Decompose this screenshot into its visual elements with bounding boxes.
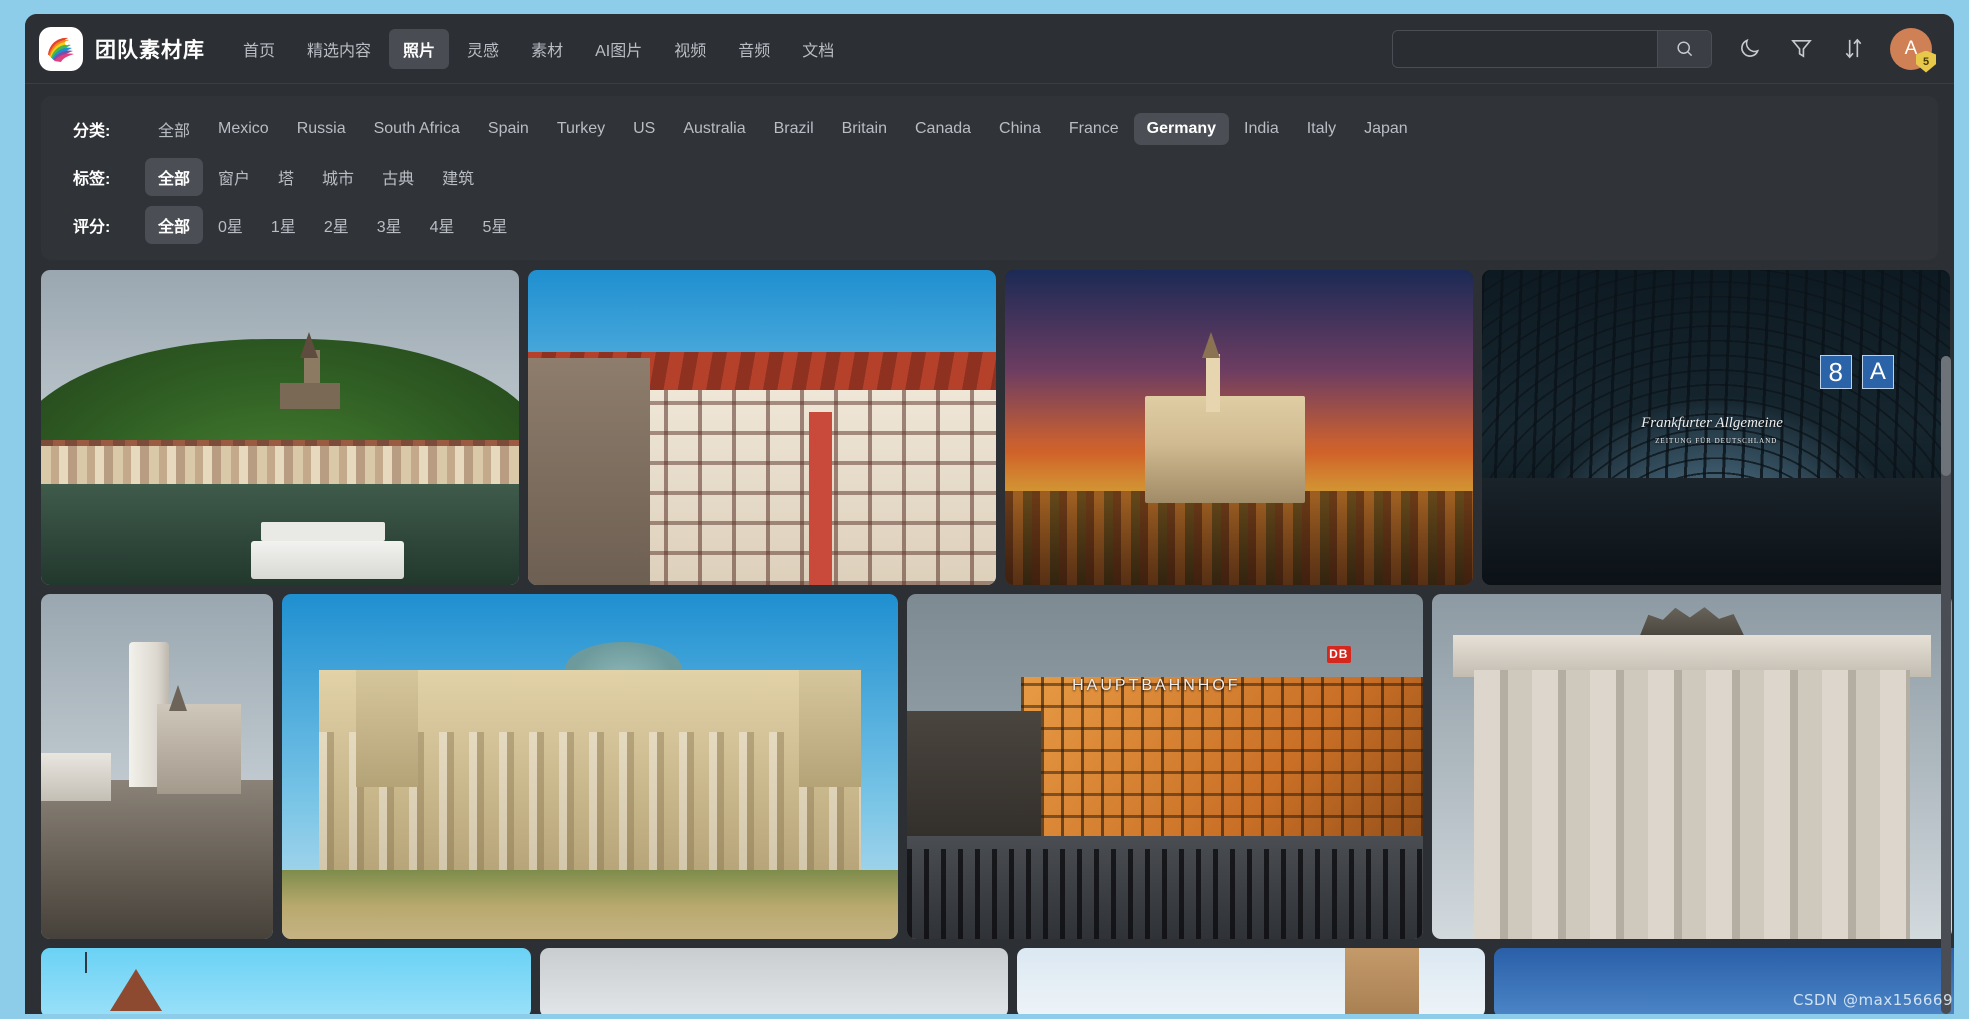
chip-category-canada[interactable]: Canada	[902, 113, 984, 145]
moon-icon[interactable]	[1734, 34, 1764, 64]
brand[interactable]: 团队素材库	[39, 26, 205, 71]
photo-art	[540, 948, 1008, 1014]
filter-label-category: 分类:	[73, 123, 111, 140]
main-nav: 首页 精选内容 照片 灵感 素材 AI图片 视频 音频 文档	[229, 28, 848, 69]
chip-category-germany[interactable]: Germany	[1133, 113, 1230, 145]
filter-label-tag: 标签:	[73, 171, 111, 188]
photo-tile-cologne-hauptbahnhof[interactable]: HAUPTBAHNHOF DB	[907, 594, 1423, 939]
filter-panel: 分类: 全部 Mexico Russia South Africa Spain …	[41, 96, 1938, 260]
photo-tile-lichtenstein-castle[interactable]	[41, 594, 273, 939]
search-input[interactable]	[1393, 30, 1657, 67]
chip-category-britain[interactable]: Britain	[829, 113, 900, 145]
chip-category-us[interactable]: US	[620, 113, 668, 145]
photo-art: Frankfurter Allgemeine ZEITUNG FÜR DEUTS…	[1482, 270, 1950, 585]
platform-letter-sign: A	[1861, 355, 1894, 390]
filter-row-rating: 评分: 全部 0星 1星 2星 3星 4星 5星	[59, 206, 1920, 244]
nav-item-videos[interactable]: 视频	[660, 29, 720, 69]
chip-category-south-africa[interactable]: South Africa	[361, 113, 473, 145]
nav-item-photos[interactable]: 照片	[389, 28, 450, 69]
station-ad-subline: ZEITUNG FÜR DEUTSCHLAND	[1655, 436, 1778, 445]
nav-item-documents[interactable]: 文档	[788, 29, 848, 69]
chip-category-spain[interactable]: Spain	[475, 113, 542, 145]
chip-category-russia[interactable]: Russia	[284, 113, 359, 145]
filter-chips-category: 全部 Mexico Russia South Africa Spain Turk…	[145, 110, 1421, 148]
chip-tag-all[interactable]: 全部	[145, 158, 204, 196]
photo-art	[1005, 270, 1473, 585]
avatar[interactable]: A 5	[1890, 27, 1936, 73]
chip-rating-1[interactable]: 1星	[258, 206, 309, 244]
photo-gallery: Frankfurter Allgemeine ZEITUNG FÜR DEUTS…	[25, 270, 1954, 1014]
funnel-icon[interactable]	[1786, 34, 1816, 64]
chip-category-italy[interactable]: Italy	[1294, 113, 1349, 145]
filter-chips-tag: 全部 窗户 塔 城市 古典 建筑	[145, 158, 487, 196]
chip-category-all[interactable]: 全部	[145, 110, 203, 148]
photo-tile-cochem-castle[interactable]	[41, 270, 519, 585]
chip-tag-window[interactable]: 窗户	[205, 158, 263, 196]
nav-item-materials[interactable]: 素材	[517, 29, 577, 69]
watermark: CSDN @max156669	[1793, 991, 1953, 1009]
chip-category-australia[interactable]: Australia	[670, 113, 758, 145]
nav-item-ai-images[interactable]: AI图片	[581, 29, 656, 69]
chip-category-india[interactable]: India	[1231, 113, 1292, 145]
chip-tag-tower[interactable]: 塔	[265, 158, 307, 196]
photo-tile-half-timbered-houses[interactable]	[528, 270, 996, 585]
chip-rating-0[interactable]: 0星	[205, 206, 256, 244]
app-window: 团队素材库 首页 精选内容 照片 灵感 素材 AI图片 视频 音频 文档 A 5…	[25, 14, 1954, 1014]
photo-art	[41, 948, 531, 1014]
gallery-scrollbar[interactable]	[1941, 356, 1951, 1014]
station-ad-headline: Frankfurter Allgemeine	[1641, 414, 1783, 431]
chip-rating-5[interactable]: 5星	[470, 206, 521, 244]
chip-rating-4[interactable]: 4星	[417, 206, 468, 244]
rainbow-bird-logo-icon	[39, 26, 83, 71]
chip-category-china[interactable]: China	[986, 113, 1054, 145]
filter-row-tag: 标签: 全部 窗户 塔 城市 古典 建筑	[59, 158, 1920, 196]
station-name-sign: HAUPTBAHNHOF	[1072, 676, 1241, 694]
gallery-row	[41, 948, 1954, 1014]
photo-tile-brandenburg-gate[interactable]	[1432, 594, 1952, 939]
chip-tag-classical[interactable]: 古典	[369, 158, 427, 196]
photo-tile-frankfurt-hauptbahnhof[interactable]: Frankfurter Allgemeine ZEITUNG FÜR DEUTS…	[1482, 270, 1950, 585]
chip-rating-all[interactable]: 全部	[145, 206, 204, 244]
filter-row-category: 分类: 全部 Mexico Russia South Africa Spain …	[59, 110, 1920, 148]
photo-art	[41, 270, 519, 585]
chip-rating-3[interactable]: 3星	[364, 206, 415, 244]
platform-number-sign: 8	[1819, 355, 1852, 390]
nav-item-home[interactable]: 首页	[229, 29, 289, 69]
nav-item-inspiration[interactable]: 灵感	[453, 29, 513, 69]
gallery-scrollbar-thumb[interactable]	[1941, 356, 1951, 476]
chip-category-turkey[interactable]: Turkey	[544, 113, 618, 145]
search-button[interactable]	[1657, 30, 1711, 67]
gallery-row: Frankfurter Allgemeine ZEITUNG FÜR DEUTS…	[41, 270, 1950, 585]
photo-tile-reichstag[interactable]	[282, 594, 898, 939]
photo-art	[41, 594, 273, 939]
photo-tile-neuschwanstein-castle[interactable]	[1005, 270, 1473, 585]
brand-name: 团队素材库	[95, 38, 205, 62]
search-box[interactable]	[1392, 29, 1712, 68]
photo-tile-partial-3[interactable]	[1017, 948, 1485, 1014]
chip-tag-architecture[interactable]: 建筑	[429, 158, 487, 196]
photo-art	[1432, 594, 1952, 939]
photo-art	[282, 594, 898, 939]
nav-item-featured[interactable]: 精选内容	[293, 29, 385, 69]
avatar-badge: 5	[1916, 50, 1936, 73]
app-header: 团队素材库 首页 精选内容 照片 灵感 素材 AI图片 视频 音频 文档 A 5	[25, 14, 1954, 84]
header-actions: A 5	[1392, 27, 1936, 73]
gallery-row: HAUPTBAHNHOF DB	[41, 594, 1952, 939]
chip-category-mexico[interactable]: Mexico	[205, 113, 282, 145]
photo-art	[528, 270, 996, 585]
photo-tile-partial-2[interactable]	[540, 948, 1008, 1014]
chip-tag-city[interactable]: 城市	[309, 158, 367, 196]
sort-updown-icon[interactable]	[1838, 34, 1868, 64]
chip-category-brazil[interactable]: Brazil	[761, 113, 827, 145]
chip-category-japan[interactable]: Japan	[1351, 113, 1421, 145]
photo-art: HAUPTBAHNHOF DB	[907, 594, 1423, 939]
filter-label-rating: 评分:	[73, 219, 111, 236]
filter-chips-rating: 全部 0星 1星 2星 3星 4星 5星	[145, 206, 520, 244]
chip-rating-2[interactable]: 2星	[311, 206, 362, 244]
nav-item-audio[interactable]: 音频	[724, 29, 784, 69]
db-logo: DB	[1326, 645, 1351, 663]
photo-art	[1017, 948, 1485, 1014]
photo-tile-partial-1[interactable]	[41, 948, 531, 1014]
chip-category-france[interactable]: France	[1056, 113, 1132, 145]
